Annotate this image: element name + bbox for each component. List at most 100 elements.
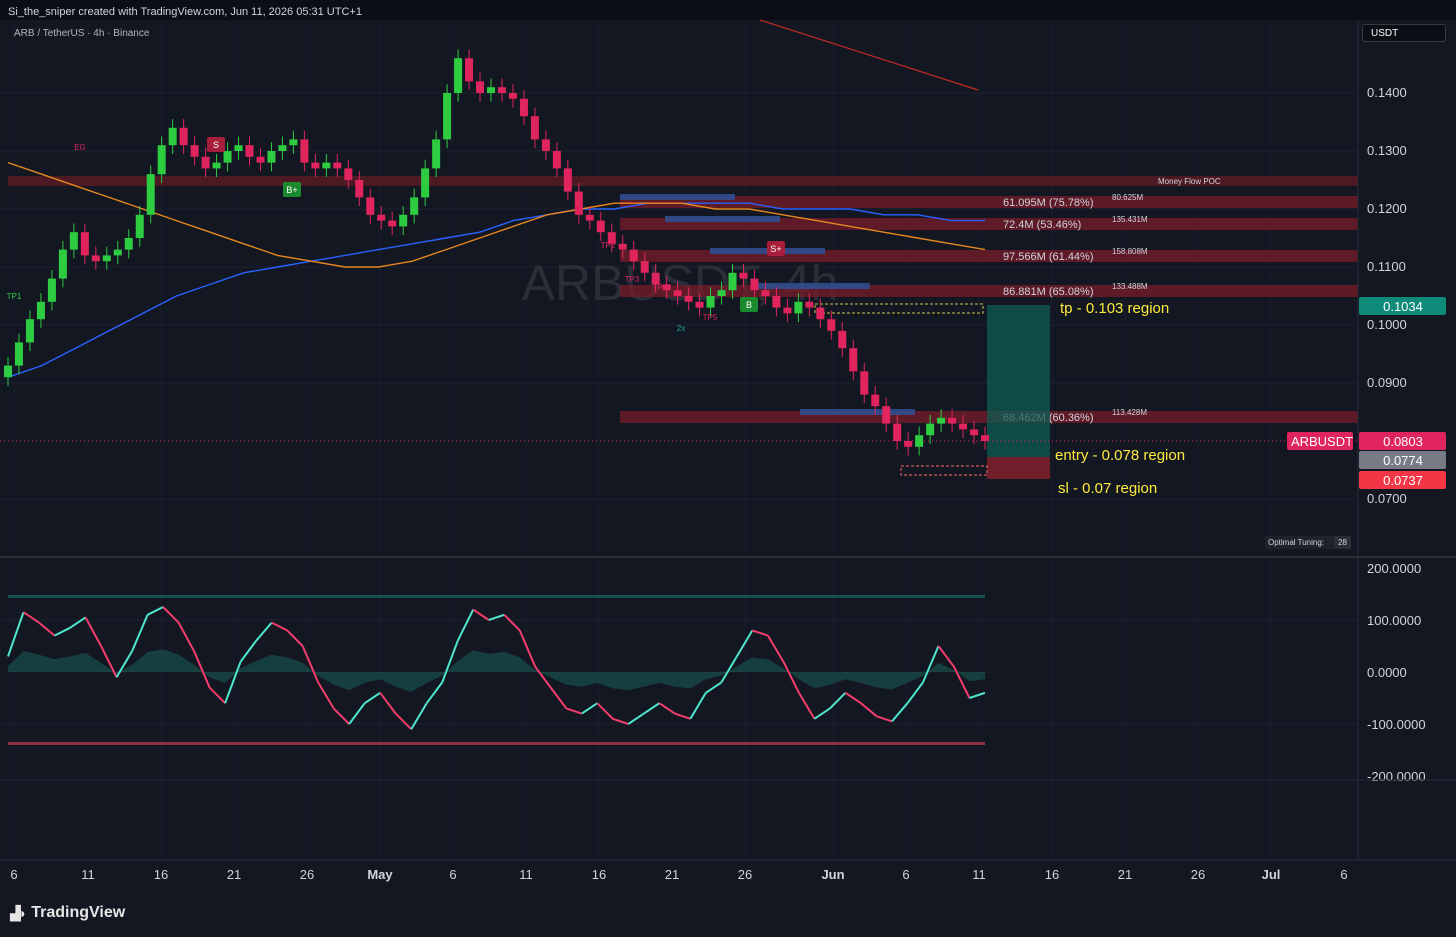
candle	[146, 174, 155, 215]
price-tag-text: 0.0774	[1383, 453, 1423, 468]
candle	[761, 290, 770, 296]
tp-zone	[987, 305, 1050, 457]
candle	[245, 145, 254, 157]
brand-name: TradingView	[31, 904, 126, 921]
optimal-tuning-value: 28	[1334, 536, 1351, 549]
candle	[717, 290, 726, 296]
zone-side-label: 133.488M	[1112, 282, 1148, 291]
price-tag-text: 0.0803	[1383, 434, 1423, 449]
x-tick-label: 21	[227, 867, 241, 882]
candle	[629, 249, 638, 262]
candle	[300, 139, 309, 163]
tradingview-logo: ▟◗ TradingView	[10, 904, 125, 922]
zone-side-label: 158.808M	[1112, 247, 1148, 256]
currency-selector[interactable]: USDT	[1362, 24, 1446, 42]
price-tag-text: 0.0737	[1383, 473, 1423, 488]
candle	[124, 238, 133, 250]
credit-line: Si_the_sniper created with TradingView.c…	[8, 6, 362, 18]
candle	[14, 342, 23, 366]
candle	[410, 197, 419, 215]
x-tick-label: 21	[1118, 867, 1132, 882]
candle	[871, 394, 880, 407]
x-tick-label: 26	[1191, 867, 1205, 882]
candle	[212, 162, 221, 169]
candle	[36, 301, 45, 320]
y-tick-label: 0.1000	[1367, 317, 1407, 332]
candle	[399, 214, 408, 227]
candle	[355, 180, 364, 198]
candle	[937, 417, 946, 424]
candle	[981, 435, 989, 441]
candle	[508, 93, 517, 99]
candle	[157, 145, 166, 175]
candle	[135, 214, 144, 238]
price-tag-text: ARBUSDT	[1291, 434, 1353, 449]
candle	[322, 162, 331, 169]
x-tick-label: 16	[1045, 867, 1059, 882]
candle	[223, 151, 232, 163]
sl-annotation: sl - 0.07 region	[1058, 480, 1157, 497]
candle	[432, 139, 441, 169]
zone-label: 61.095M (75.78%)	[1003, 197, 1094, 209]
candle	[388, 220, 397, 227]
zone-label: 72.4M (53.46%)	[1003, 219, 1081, 231]
x-tick-label: 11	[81, 867, 95, 882]
x-tick-label: 11	[519, 867, 533, 882]
candle	[201, 156, 210, 169]
candle	[728, 272, 737, 291]
candle	[47, 278, 56, 302]
volume-zone-top	[800, 409, 915, 415]
signal-text: B+	[286, 185, 297, 195]
symbol-line: ARB / TetherUS · 4h · Binance	[14, 28, 150, 39]
poc-label: Money Flow POC	[1158, 177, 1221, 186]
candle	[102, 255, 111, 262]
candle	[465, 58, 474, 82]
volume-zone-top	[620, 194, 735, 200]
candle	[574, 191, 583, 215]
volume-zone-top	[755, 283, 870, 289]
x-tick-label: Jun	[821, 867, 844, 882]
signal-text: 2x	[677, 324, 685, 333]
candle	[443, 93, 452, 140]
optimal-tuning: Optimal Tuning: 28	[1265, 536, 1351, 549]
candle	[168, 127, 177, 146]
osc-tick-label: 200.0000	[1367, 561, 1421, 576]
zone-side-label: 113.428M	[1112, 408, 1147, 417]
zone-label: 86.881M (65.08%)	[1003, 286, 1094, 298]
x-tick-label: 6	[10, 867, 17, 882]
candle	[541, 139, 550, 151]
candle	[190, 145, 199, 157]
candle	[706, 296, 715, 308]
signal-text: S+	[770, 244, 781, 254]
candle	[80, 232, 89, 256]
candle	[563, 168, 572, 192]
candle	[113, 249, 122, 256]
candle	[750, 278, 759, 291]
signal-text: B	[746, 300, 752, 310]
candle	[970, 429, 979, 436]
sl-zone	[987, 457, 1050, 479]
y-tick-label: 0.1100	[1367, 259, 1406, 274]
candle	[421, 168, 430, 198]
x-tick-label: 16	[154, 867, 168, 882]
candle	[596, 220, 605, 233]
candle	[530, 116, 539, 140]
candle	[552, 151, 561, 169]
candle	[25, 319, 34, 343]
y-tick-label: 0.1200	[1367, 201, 1407, 216]
candle	[827, 319, 836, 331]
signal-text: TP4	[653, 283, 668, 292]
osc-tick-label: -200.0000	[1367, 769, 1426, 784]
optimal-tuning-label: Optimal Tuning:	[1268, 538, 1325, 547]
x-tick-label: Jul	[1262, 867, 1281, 882]
candle	[179, 127, 188, 146]
candle	[926, 423, 935, 436]
candle	[838, 330, 847, 349]
candle	[772, 296, 781, 308]
candle	[366, 197, 375, 215]
candle	[487, 87, 496, 93]
candle	[476, 81, 485, 93]
candle	[519, 98, 528, 117]
price-chart[interactable]: ARBUSDT, 4h Money Flow POC61.095M (75.78…	[0, 0, 1456, 937]
tradingview-logo-icon: ▟◗	[10, 904, 27, 921]
